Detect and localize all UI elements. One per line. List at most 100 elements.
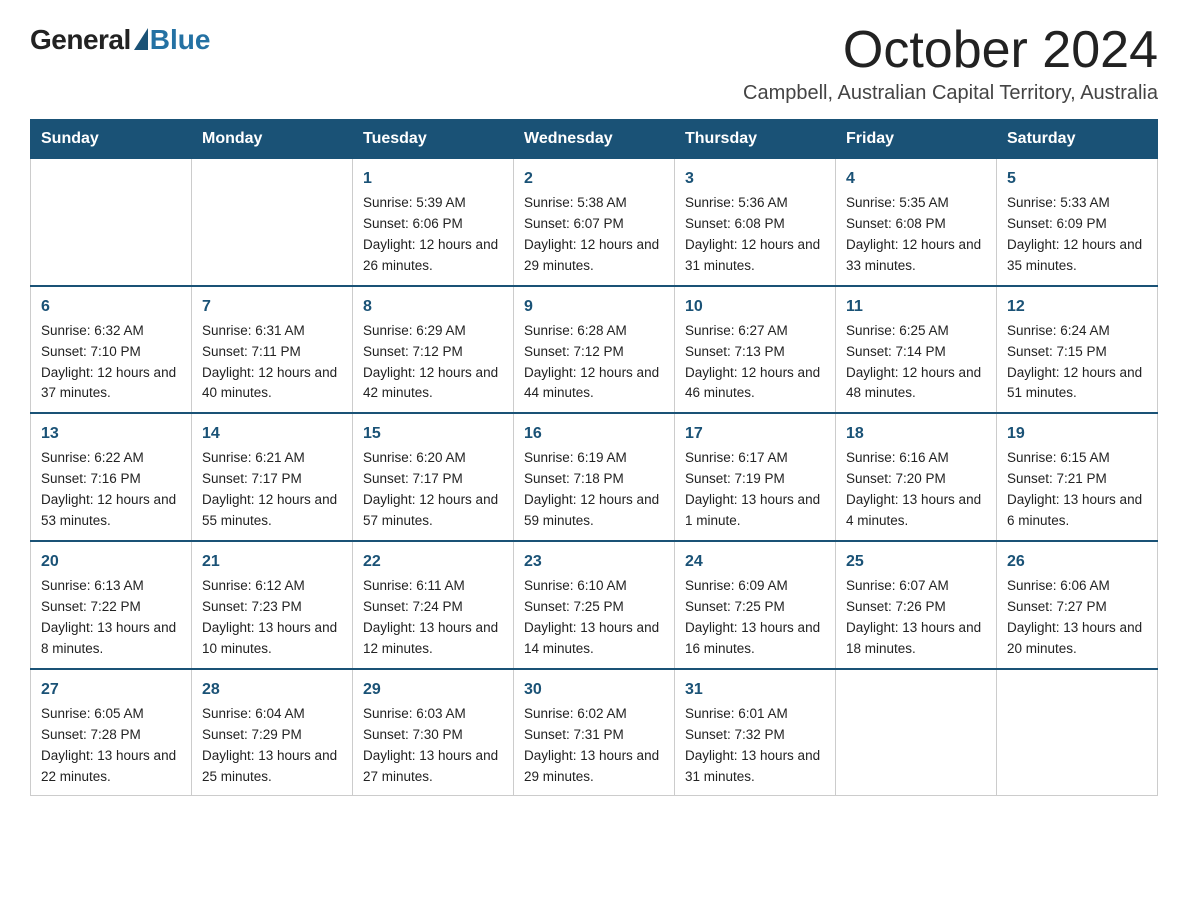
day-number: 7	[202, 295, 342, 319]
day-info: Sunrise: 6:01 AMSunset: 7:32 PMDaylight:…	[685, 704, 825, 788]
calendar-day-cell: 20Sunrise: 6:13 AMSunset: 7:22 PMDayligh…	[31, 541, 192, 669]
day-number: 17	[685, 422, 825, 446]
day-info: Sunrise: 6:13 AMSunset: 7:22 PMDaylight:…	[41, 576, 181, 660]
calendar-day-cell: 22Sunrise: 6:11 AMSunset: 7:24 PMDayligh…	[353, 541, 514, 669]
weekday-header-wednesday: Wednesday	[514, 120, 675, 159]
day-number: 27	[41, 678, 181, 702]
day-number: 15	[363, 422, 503, 446]
day-number: 14	[202, 422, 342, 446]
calendar-day-cell: 28Sunrise: 6:04 AMSunset: 7:29 PMDayligh…	[192, 669, 353, 796]
weekday-header-monday: Monday	[192, 120, 353, 159]
day-info: Sunrise: 6:21 AMSunset: 7:17 PMDaylight:…	[202, 448, 342, 532]
calendar-day-cell: 12Sunrise: 6:24 AMSunset: 7:15 PMDayligh…	[997, 286, 1158, 414]
day-info: Sunrise: 6:05 AMSunset: 7:28 PMDaylight:…	[41, 704, 181, 788]
day-info: Sunrise: 6:17 AMSunset: 7:19 PMDaylight:…	[685, 448, 825, 532]
day-number: 22	[363, 550, 503, 574]
calendar-day-cell: 18Sunrise: 6:16 AMSunset: 7:20 PMDayligh…	[836, 413, 997, 541]
calendar-day-cell: 8Sunrise: 6:29 AMSunset: 7:12 PMDaylight…	[353, 286, 514, 414]
calendar-day-cell: 14Sunrise: 6:21 AMSunset: 7:17 PMDayligh…	[192, 413, 353, 541]
day-info: Sunrise: 6:06 AMSunset: 7:27 PMDaylight:…	[1007, 576, 1147, 660]
logo-blue: Blue	[150, 24, 211, 56]
calendar-day-cell	[997, 669, 1158, 796]
day-info: Sunrise: 5:35 AMSunset: 6:08 PMDaylight:…	[846, 193, 986, 277]
day-number: 29	[363, 678, 503, 702]
calendar-day-cell: 10Sunrise: 6:27 AMSunset: 7:13 PMDayligh…	[675, 286, 836, 414]
calendar-day-cell	[192, 159, 353, 286]
day-number: 16	[524, 422, 664, 446]
logo-area: General Blue	[30, 24, 210, 56]
day-info: Sunrise: 6:24 AMSunset: 7:15 PMDaylight:…	[1007, 321, 1147, 405]
calendar-day-cell: 26Sunrise: 6:06 AMSunset: 7:27 PMDayligh…	[997, 541, 1158, 669]
day-info: Sunrise: 6:19 AMSunset: 7:18 PMDaylight:…	[524, 448, 664, 532]
calendar-week-row: 27Sunrise: 6:05 AMSunset: 7:28 PMDayligh…	[31, 669, 1158, 796]
calendar-day-cell: 29Sunrise: 6:03 AMSunset: 7:30 PMDayligh…	[353, 669, 514, 796]
logo-text: General Blue	[30, 24, 210, 56]
day-info: Sunrise: 6:09 AMSunset: 7:25 PMDaylight:…	[685, 576, 825, 660]
month-title: October 2024	[843, 24, 1158, 76]
day-info: Sunrise: 6:29 AMSunset: 7:12 PMDaylight:…	[363, 321, 503, 405]
day-number: 25	[846, 550, 986, 574]
day-number: 20	[41, 550, 181, 574]
weekday-header-saturday: Saturday	[997, 120, 1158, 159]
day-number: 1	[363, 167, 503, 191]
calendar-day-cell: 2Sunrise: 5:38 AMSunset: 6:07 PMDaylight…	[514, 159, 675, 286]
calendar-day-cell: 27Sunrise: 6:05 AMSunset: 7:28 PMDayligh…	[31, 669, 192, 796]
day-number: 12	[1007, 295, 1147, 319]
calendar-day-cell: 25Sunrise: 6:07 AMSunset: 7:26 PMDayligh…	[836, 541, 997, 669]
day-info: Sunrise: 6:02 AMSunset: 7:31 PMDaylight:…	[524, 704, 664, 788]
day-number: 31	[685, 678, 825, 702]
subtitle: Campbell, Australian Capital Territory, …	[30, 82, 1158, 105]
day-number: 30	[524, 678, 664, 702]
calendar-day-cell: 4Sunrise: 5:35 AMSunset: 6:08 PMDaylight…	[836, 159, 997, 286]
day-number: 2	[524, 167, 664, 191]
calendar-day-cell: 3Sunrise: 5:36 AMSunset: 6:08 PMDaylight…	[675, 159, 836, 286]
day-info: Sunrise: 6:31 AMSunset: 7:11 PMDaylight:…	[202, 321, 342, 405]
day-number: 8	[363, 295, 503, 319]
weekday-header-row: SundayMondayTuesdayWednesdayThursdayFrid…	[31, 120, 1158, 159]
day-number: 26	[1007, 550, 1147, 574]
calendar-day-cell: 21Sunrise: 6:12 AMSunset: 7:23 PMDayligh…	[192, 541, 353, 669]
calendar-day-cell: 6Sunrise: 6:32 AMSunset: 7:10 PMDaylight…	[31, 286, 192, 414]
calendar-day-cell: 19Sunrise: 6:15 AMSunset: 7:21 PMDayligh…	[997, 413, 1158, 541]
weekday-header-thursday: Thursday	[675, 120, 836, 159]
day-info: Sunrise: 6:20 AMSunset: 7:17 PMDaylight:…	[363, 448, 503, 532]
calendar-day-cell: 15Sunrise: 6:20 AMSunset: 7:17 PMDayligh…	[353, 413, 514, 541]
day-info: Sunrise: 6:32 AMSunset: 7:10 PMDaylight:…	[41, 321, 181, 405]
weekday-header-tuesday: Tuesday	[353, 120, 514, 159]
day-info: Sunrise: 6:04 AMSunset: 7:29 PMDaylight:…	[202, 704, 342, 788]
day-number: 3	[685, 167, 825, 191]
calendar-day-cell	[31, 159, 192, 286]
calendar-week-row: 1Sunrise: 5:39 AMSunset: 6:06 PMDaylight…	[31, 159, 1158, 286]
day-number: 21	[202, 550, 342, 574]
calendar-day-cell: 23Sunrise: 6:10 AMSunset: 7:25 PMDayligh…	[514, 541, 675, 669]
logo-general: General	[30, 24, 131, 56]
calendar-day-cell: 24Sunrise: 6:09 AMSunset: 7:25 PMDayligh…	[675, 541, 836, 669]
page-container: General Blue October 2024 Campbell, Aust…	[30, 24, 1158, 796]
day-number: 18	[846, 422, 986, 446]
calendar-day-cell: 1Sunrise: 5:39 AMSunset: 6:06 PMDaylight…	[353, 159, 514, 286]
day-info: Sunrise: 6:28 AMSunset: 7:12 PMDaylight:…	[524, 321, 664, 405]
calendar-week-row: 13Sunrise: 6:22 AMSunset: 7:16 PMDayligh…	[31, 413, 1158, 541]
day-info: Sunrise: 6:07 AMSunset: 7:26 PMDaylight:…	[846, 576, 986, 660]
calendar-day-cell: 11Sunrise: 6:25 AMSunset: 7:14 PMDayligh…	[836, 286, 997, 414]
day-number: 13	[41, 422, 181, 446]
calendar-week-row: 20Sunrise: 6:13 AMSunset: 7:22 PMDayligh…	[31, 541, 1158, 669]
day-info: Sunrise: 5:33 AMSunset: 6:09 PMDaylight:…	[1007, 193, 1147, 277]
calendar-day-cell: 7Sunrise: 6:31 AMSunset: 7:11 PMDaylight…	[192, 286, 353, 414]
day-number: 11	[846, 295, 986, 319]
day-info: Sunrise: 5:36 AMSunset: 6:08 PMDaylight:…	[685, 193, 825, 277]
day-info: Sunrise: 6:27 AMSunset: 7:13 PMDaylight:…	[685, 321, 825, 405]
day-info: Sunrise: 6:03 AMSunset: 7:30 PMDaylight:…	[363, 704, 503, 788]
day-info: Sunrise: 6:15 AMSunset: 7:21 PMDaylight:…	[1007, 448, 1147, 532]
day-info: Sunrise: 6:22 AMSunset: 7:16 PMDaylight:…	[41, 448, 181, 532]
header-area: General Blue October 2024	[30, 24, 1158, 76]
day-number: 6	[41, 295, 181, 319]
day-info: Sunrise: 5:39 AMSunset: 6:06 PMDaylight:…	[363, 193, 503, 277]
calendar-week-row: 6Sunrise: 6:32 AMSunset: 7:10 PMDaylight…	[31, 286, 1158, 414]
day-info: Sunrise: 6:16 AMSunset: 7:20 PMDaylight:…	[846, 448, 986, 532]
calendar-day-cell: 13Sunrise: 6:22 AMSunset: 7:16 PMDayligh…	[31, 413, 192, 541]
weekday-header-friday: Friday	[836, 120, 997, 159]
day-number: 19	[1007, 422, 1147, 446]
day-number: 4	[846, 167, 986, 191]
day-number: 23	[524, 550, 664, 574]
